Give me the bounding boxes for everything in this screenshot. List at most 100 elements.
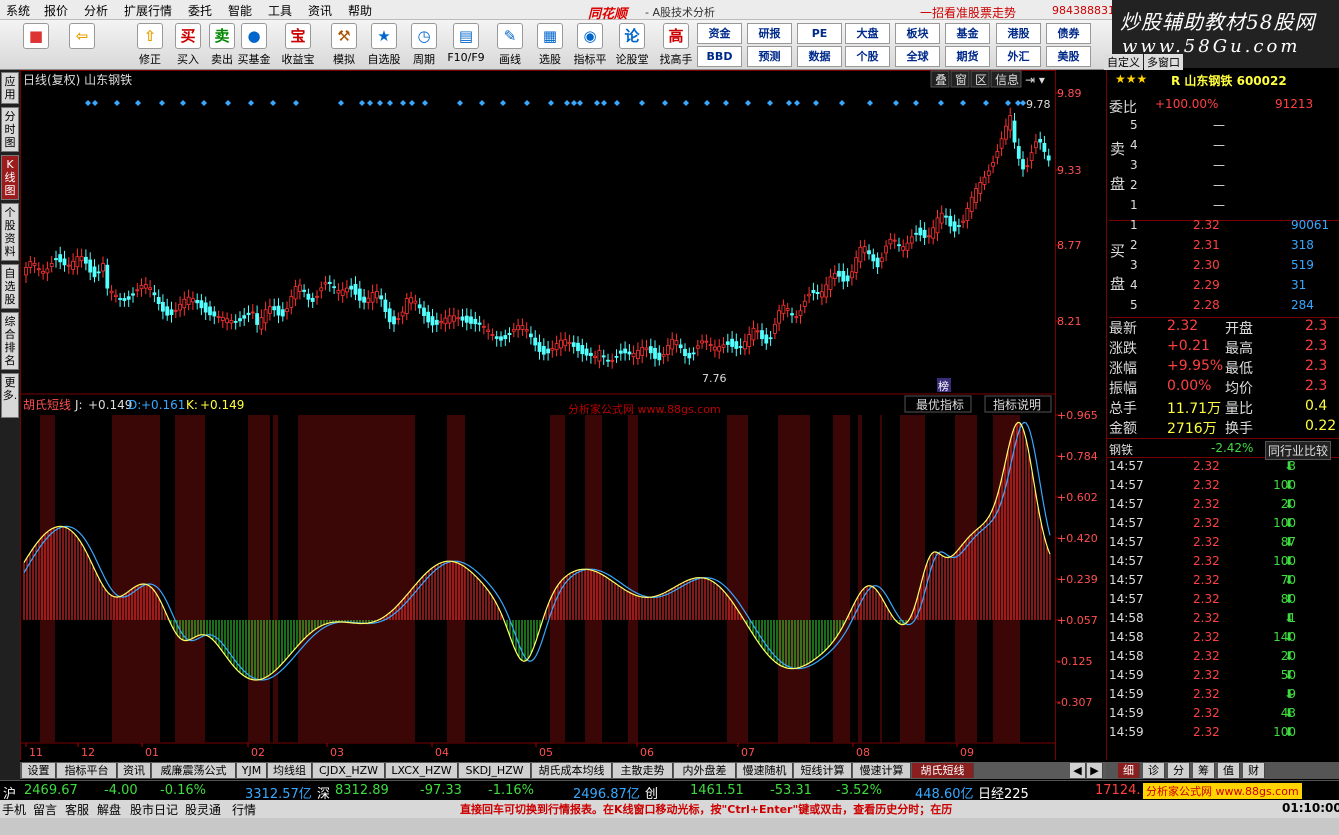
tab-scroll-left-icon[interactable]: ◀: [1070, 763, 1086, 778]
toolbar-small-7[interactable]: 债券: [1046, 23, 1091, 44]
toolbar-small-16[interactable]: 美股: [1046, 46, 1091, 67]
footer-link-3[interactable]: 解盘: [97, 801, 121, 818]
menu-analysis[interactable]: 分析: [84, 2, 108, 19]
indicator-tab-15[interactable]: 胡氏短线: [912, 763, 974, 778]
footer-link-4[interactable]: 股市日记: [130, 801, 178, 818]
indicator-tab-4[interactable]: YJM: [237, 763, 267, 778]
signal-diamond-38: [794, 100, 800, 106]
indicator-tab-14[interactable]: 慢速计算: [853, 763, 911, 778]
toolbar-btn-14[interactable]: 论论股堂: [612, 23, 652, 67]
footer-link-2[interactable]: 客服: [65, 801, 89, 818]
sidebar-tab-6[interactable]: 更多.: [1, 373, 19, 418]
toolbar-small-3[interactable]: 大盘: [845, 23, 890, 44]
toolbar-btn-5[interactable]: ● 买基金: [234, 23, 274, 67]
chart-arrow-icon[interactable]: ⇥ ▾: [1025, 73, 1045, 87]
chart-top-btn-1[interactable]: 窗: [955, 73, 967, 87]
stat-value-5: 2716万: [1167, 421, 1217, 437]
indicator-tab-9[interactable]: 胡氏成本均线: [532, 763, 612, 778]
chart-top-btn-2[interactable]: 区: [975, 73, 987, 87]
menu-quote[interactable]: 报价: [44, 2, 68, 19]
chart-top-btn-3[interactable]: 信息: [995, 72, 1019, 87]
panel-top-tab-0[interactable]: 自定义: [1104, 54, 1143, 70]
toolbar-small-4[interactable]: 板块: [895, 23, 940, 44]
chart-area[interactable]: 日线(复权) 山东钢铁 叠窗区信息 ⇥ ▾ 9.89 9.33 8.77 8.21 9.78 7…: [20, 70, 1106, 761]
toolbar-btn-10[interactable]: ▤ F10/F9: [446, 23, 486, 64]
candle-body-210: [922, 229, 927, 238]
menu-smart[interactable]: 智能: [228, 2, 252, 19]
toolbar-small-13[interactable]: 全球: [895, 46, 940, 67]
toolbar-btn-7[interactable]: ⚒ 模拟: [324, 23, 364, 67]
toolbar-small-9[interactable]: 预测: [747, 46, 792, 67]
footer-link-6[interactable]: 行情: [232, 801, 256, 818]
indicator-tab-8[interactable]: SKDJ_HZW: [459, 763, 531, 778]
indicator-tab-5[interactable]: 均线组: [268, 763, 312, 778]
ind-btn-0[interactable]: 最优指标: [916, 397, 964, 412]
nikkei-index: 17124.: [1095, 783, 1141, 798]
toolbar-small-15[interactable]: 外汇: [996, 46, 1041, 67]
indicator-tab-6[interactable]: CJDX_HZW: [313, 763, 385, 778]
chart-top-btn-0[interactable]: 叠: [935, 73, 947, 87]
menu-news[interactable]: 资讯: [308, 2, 332, 19]
candle-body-139: [618, 350, 623, 354]
sidebar-tab-2[interactable]: K线图: [1, 155, 19, 200]
footer-link-5[interactable]: 股灵通: [185, 801, 221, 818]
toolbar-small-8[interactable]: BBD: [697, 46, 742, 67]
sidebar-tab-5[interactable]: 综合排名: [1, 312, 19, 370]
toolbar-small-12[interactable]: 个股: [845, 46, 890, 67]
menu-extended-market[interactable]: 扩展行情: [124, 2, 172, 19]
sidebar-tab-4[interactable]: 自选股: [1, 264, 19, 309]
tick-price-14: 2.32: [1193, 725, 1220, 739]
ind-btn-1[interactable]: 指标说明: [993, 397, 1041, 412]
toolbar-small-11[interactable]: 数据: [797, 46, 842, 67]
indicator-tab-12[interactable]: 慢速随机: [737, 763, 793, 778]
mark-badge[interactable]: 榜: [938, 379, 949, 393]
tick-time-13: 14:59: [1109, 706, 1144, 720]
signal-diamond-28: [601, 100, 607, 106]
indicator-tab-10[interactable]: 主散走势: [613, 763, 673, 778]
indicator-tab-3[interactable]: 威廉震荡公式: [152, 763, 236, 778]
toolbar-btn-15[interactable]: 高找高手: [656, 23, 696, 67]
promo-link[interactable]: 一招看准股票走势: [920, 4, 1016, 21]
toolbar-btn-8[interactable]: ★ 自选股: [364, 23, 404, 67]
toolbar-btn-12[interactable]: ▦ 选股: [530, 23, 570, 67]
candle-body-226: [991, 162, 995, 167]
sidebar-tab-3[interactable]: 个股资料: [1, 203, 19, 261]
toolbar-small-2[interactable]: PE: [797, 23, 842, 44]
kline-chart-svg[interactable]: 日线(复权) 山东钢铁 叠窗区信息 ⇥ ▾ 9.89 9.33 8.77 8.21 9.78 7…: [20, 70, 1106, 761]
toolbar-small-0[interactable]: 资金: [697, 23, 742, 44]
toolbar-btn-9[interactable]: ◷ 周期: [404, 23, 444, 67]
toolbar-btn-6[interactable]: 宝收益宝: [278, 23, 318, 67]
panel-tab-4[interactable]: 值: [1218, 763, 1240, 778]
toolbar-btn-2[interactable]: ⇧ 修正: [130, 23, 170, 67]
menu-system[interactable]: 系统: [6, 2, 30, 19]
toolbar-btn-0[interactable]: ■: [16, 23, 56, 51]
footer-link-1[interactable]: 留言: [33, 801, 57, 818]
toolbar-small-5[interactable]: 基金: [945, 23, 990, 44]
sidebar-tab-0[interactable]: 应用: [1, 72, 19, 104]
panel-tab-2[interactable]: 分: [1168, 763, 1190, 778]
panel-tab-0[interactable]: 细: [1118, 763, 1140, 778]
panel-tab-3[interactable]: 筹: [1193, 763, 1215, 778]
panel-top-tab-1[interactable]: 多窗口: [1144, 54, 1183, 70]
toolbar-btn-11[interactable]: ✎ 画线: [490, 23, 530, 67]
panel-tab-5[interactable]: 财: [1243, 763, 1265, 778]
menu-trade[interactable]: 委托: [188, 2, 212, 19]
toolbar-btn-1[interactable]: ⇦: [62, 23, 102, 51]
toolbar-small-1[interactable]: 研报: [747, 23, 792, 44]
tab-scroll-right-icon[interactable]: ▶: [1087, 763, 1103, 778]
panel-tab-1[interactable]: 诊: [1143, 763, 1165, 778]
indicator-tab-13[interactable]: 短线计算: [794, 763, 852, 778]
sidebar-tab-1[interactable]: 分时图: [1, 107, 19, 152]
indicator-tab-1[interactable]: 指标平台: [57, 763, 117, 778]
industry-compare-button[interactable]: 同行业比较: [1265, 441, 1332, 460]
menu-help[interactable]: 帮助: [348, 2, 372, 19]
toolbar-small-14[interactable]: 期货: [945, 46, 990, 67]
indicator-tab-11[interactable]: 内外盘差: [674, 763, 736, 778]
indicator-tab-7[interactable]: LXCX_HZW: [386, 763, 458, 778]
ad-banner[interactable]: 分析家公式网 www.88gs.com: [1143, 783, 1302, 799]
footer-link-0[interactable]: 手机: [2, 801, 26, 818]
indicator-tab-0[interactable]: 设置: [22, 763, 56, 778]
menu-tools[interactable]: 工具: [268, 2, 292, 19]
toolbar-small-6[interactable]: 港股: [996, 23, 1041, 44]
indicator-tab-2[interactable]: 资讯: [118, 763, 151, 778]
